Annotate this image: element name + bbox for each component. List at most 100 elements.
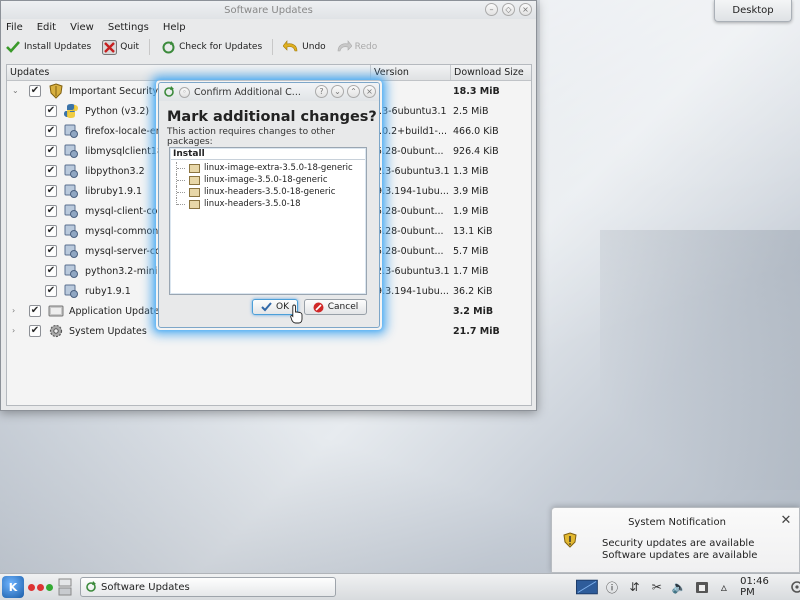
package-name: firefox-locale-en [85,125,162,137]
red-dot-icon [28,584,35,591]
tree-line [176,174,185,186]
package-checkbox[interactable]: ✔ [45,105,57,117]
clipboard-icon[interactable]: ⇵ [626,578,642,596]
help-icon[interactable]: ? [315,85,328,98]
column-updates[interactable]: Updates [7,65,371,80]
maximize-icon[interactable]: ◇ [502,3,515,16]
gear-icon [49,324,63,338]
list-item[interactable]: linux-image-3.5.0-18-generic [176,174,328,186]
activity-dots[interactable] [28,584,53,591]
task-software-updates[interactable]: Software Updates [80,577,336,597]
package-checkbox[interactable]: ✔ [45,185,57,197]
package-checkbox[interactable]: ✔ [45,165,57,177]
column-version[interactable]: Version [371,65,451,80]
close-icon[interactable]: × [519,3,532,16]
group-checkbox[interactable]: ✔ [29,85,41,97]
refresh-icon [164,86,174,97]
expand-arrow-icon[interactable]: › [12,307,20,315]
menu-view[interactable]: View [70,22,94,33]
shield-icon [49,83,63,99]
package-icon [64,164,78,178]
confirm-changes-dialog: ◦ Confirm Additional C... ? ⌄ ⌃ × Mark a… [158,82,380,328]
package-version: .2.3-6ubuntu3.1 [373,265,450,277]
pager-icon[interactable] [58,578,72,596]
close-icon[interactable]: × [363,85,376,98]
column-download-size[interactable]: Download Size [451,65,531,80]
package-version: .9.3.194-1ubu... [373,185,449,197]
cancel-button[interactable]: Cancel [304,299,367,315]
group-checkbox[interactable]: ✔ [29,305,41,317]
menu-edit[interactable]: Edit [37,22,56,33]
scissors-icon[interactable]: ✂ [649,578,665,596]
package-size: 5.7 MiB [453,245,489,257]
package-name: libmysqlclient18 [85,145,163,157]
package-icon [64,184,78,198]
package-size: 13.1 KiB [453,225,493,237]
deb-package-icon [189,187,200,197]
package-size: 926.4 KiB [453,145,499,157]
group-checkbox[interactable]: ✔ [29,325,41,337]
cashew-icon[interactable] [789,578,800,596]
package-checkbox[interactable]: ✔ [45,285,57,297]
package-name: ruby1.9.1 [85,285,131,297]
expand-arrow-icon[interactable]: › [12,327,20,335]
system-notification[interactable]: System Notification ✕ Security updates a… [551,507,800,573]
dialog-titlebar[interactable]: ◦ Confirm Additional C... ? ⌄ ⌃ × [159,83,379,101]
arrow-up-icon[interactable]: ▵ [716,578,732,596]
redo-button[interactable]: Redo [336,39,377,55]
quit-button[interactable]: Quit [101,39,139,55]
package-checkbox[interactable]: ✔ [45,245,57,257]
package-version: 6.0.2+build1-... [373,125,448,137]
updates-icon[interactable] [693,578,709,596]
cancel-icon [313,302,324,312]
package-size: 1.9 MiB [453,205,489,217]
clock[interactable]: 01:46 PM [740,576,782,598]
minimize-icon[interactable]: ⌄ [331,85,344,98]
package-name: libpython3.2 [85,165,145,177]
redo-icon [336,39,352,55]
kde-menu-icon[interactable]: K [2,576,24,598]
list-item[interactable]: linux-headers-3.5.0-18 [176,198,301,210]
package-checkbox[interactable]: ✔ [45,125,57,137]
package-size: 36.2 KiB [453,285,493,297]
network-icon[interactable] [576,579,598,595]
close-icon[interactable]: ✕ [779,514,793,528]
red-dot-icon [37,584,44,591]
package-checkbox[interactable]: ✔ [45,145,57,157]
taskbar: K Software Updates ⓘ ⇵ ✂ 🔈 ▵ 01:46 PM [0,573,800,600]
package-icon [64,244,78,258]
package-name: mysql-client-core [85,205,167,217]
refresh-icon [86,581,96,592]
info-icon[interactable]: ⓘ [604,578,620,596]
changes-list[interactable]: Install linux-image-extra-3.5.0-18-gener… [169,147,367,295]
group-size: 3.2 MiB [453,305,494,317]
menu-file[interactable]: File [6,22,23,33]
maximize-icon[interactable]: ⌃ [347,85,360,98]
menu-settings[interactable]: Settings [108,22,149,33]
list-item[interactable]: linux-image-extra-3.5.0-18-generic [176,162,353,174]
check-for-updates-button[interactable]: Check for Updates [160,39,262,55]
package-icon [64,224,78,238]
package-size: 3.9 MiB [453,185,489,197]
undo-button[interactable]: Undo [283,39,326,55]
package-checkbox[interactable]: ✔ [45,205,57,217]
pin-icon[interactable]: ◦ [179,86,190,98]
desktop-button[interactable]: Desktop [714,0,792,22]
package-name: Python (v3.2) [85,105,150,117]
list-item[interactable]: linux-headers-3.5.0-18-generic [176,186,335,198]
shield-icon [563,532,577,548]
dialog-subtext: This action requires changes to other pa… [167,127,335,147]
system-tray: ⓘ ⇵ ✂ 🔈 ▵ 01:46 PM [576,576,800,598]
package-icon [64,124,78,138]
install-updates-button[interactable]: Install Updates [5,39,91,55]
package-checkbox[interactable]: ✔ [45,265,57,277]
checkmark-icon [5,39,21,55]
minimize-icon[interactable]: – [485,3,498,16]
window-titlebar[interactable]: Software Updates – ◇ × [1,1,536,19]
collapse-arrow-icon[interactable]: ⌄ [12,87,20,95]
package-checkbox[interactable]: ✔ [45,225,57,237]
volume-icon[interactable]: 🔈 [671,578,687,596]
menu-help[interactable]: Help [163,22,186,33]
package-version: .2.3-6ubuntu3.1 [373,165,450,177]
application-icon [48,305,64,317]
